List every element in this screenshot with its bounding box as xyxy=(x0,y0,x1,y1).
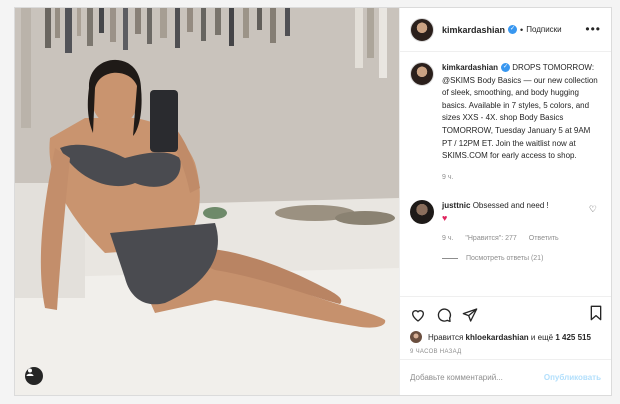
post-header: kimkardashian ✓ • Подписки ••• xyxy=(400,8,611,52)
caption-body: kimkardashian ✓ DROPS TOMORROW: @SKIMS Bo… xyxy=(442,62,599,184)
share-direct-icon[interactable] xyxy=(462,307,478,323)
instagram-post-card: kimkardashian ✓ • Подписки ••• kimkardas… xyxy=(14,7,612,396)
bookmark-icon[interactable] xyxy=(589,305,603,321)
comment-bubble-icon[interactable] xyxy=(436,307,452,323)
comment-likes[interactable]: "Нравится": 277 xyxy=(465,235,516,242)
comment-meta: 9 ч. "Нравится": 277 Ответить xyxy=(442,233,569,245)
author-username[interactable]: kimkardashian xyxy=(442,25,505,35)
likes-summary: Нравится khloekardashian и ещё 1 425 515 xyxy=(410,331,601,343)
author-avatar[interactable] xyxy=(410,17,434,42)
comment-time[interactable]: 9 ч. xyxy=(442,235,453,242)
view-replies-label: Посмотреть ответы (21) xyxy=(466,255,544,263)
likes-user[interactable]: khloekardashian xyxy=(466,333,529,342)
comment-body: justtnic Obsessed and need ! ♥ 9 ч. "Нра… xyxy=(442,200,569,245)
verified-badge-icon: ✓ xyxy=(508,25,518,34)
caption-time[interactable]: 9 ч. xyxy=(442,172,599,185)
comment-text: Obsessed and need ! xyxy=(472,201,549,211)
post-actions: Нравится khloekardashian и ещё 1 425 515… xyxy=(400,296,611,359)
post-sidebar: kimkardashian ✓ • Подписки ••• kimkardas… xyxy=(399,8,611,395)
add-comment-bar: Добавьте комментарий... Опубликовать xyxy=(400,359,611,395)
posted-time[interactable]: 9 ЧАСОВ НАЗАД xyxy=(410,349,601,355)
more-options-icon[interactable]: ••• xyxy=(585,22,601,36)
heart-emoji-icon: ♥ xyxy=(442,213,448,224)
view-replies-button[interactable]: Посмотреть ответы (21) xyxy=(442,255,599,262)
caption-avatar[interactable] xyxy=(410,62,434,86)
commenter-avatar[interactable] xyxy=(410,200,434,225)
comment-item: justtnic Obsessed and need ! ♥ 9 ч. "Нра… xyxy=(410,200,599,245)
commenter-username[interactable]: justtnic xyxy=(442,201,470,210)
comment-like-heart-icon[interactable]: ♡ xyxy=(589,204,597,215)
replies-divider xyxy=(442,258,458,260)
likes-prefix: Нравится xyxy=(428,332,464,342)
likes-suffix: и ещё xyxy=(530,332,554,342)
tagged-user-icon[interactable] xyxy=(25,367,43,385)
caption-text: DROPS TOMORROW: @SKIMS Body Basics — our… xyxy=(442,63,598,161)
separator-dot: • xyxy=(520,24,524,35)
add-comment-input[interactable]: Добавьте комментарий... xyxy=(410,373,503,382)
like-heart-icon[interactable] xyxy=(410,307,426,323)
caption: kimkardashian ✓ DROPS TOMORROW: @SKIMS Bo… xyxy=(410,62,599,184)
follow-status-button[interactable]: Подписки xyxy=(526,25,561,34)
post-photo-illustration xyxy=(15,8,399,395)
comments-section: kimkardashian ✓ DROPS TOMORROW: @SKIMS Bo… xyxy=(400,52,611,296)
post-photo[interactable] xyxy=(15,8,399,395)
liker-avatar[interactable] xyxy=(410,331,422,343)
reply-button[interactable]: Ответить xyxy=(529,235,559,242)
caption-username[interactable]: kimkardashian xyxy=(442,63,498,72)
action-icons xyxy=(410,305,601,325)
publish-button[interactable]: Опубликовать xyxy=(544,373,601,382)
verified-badge-icon: ✓ xyxy=(501,63,511,73)
likes-count[interactable]: 1 425 515 xyxy=(555,333,591,342)
